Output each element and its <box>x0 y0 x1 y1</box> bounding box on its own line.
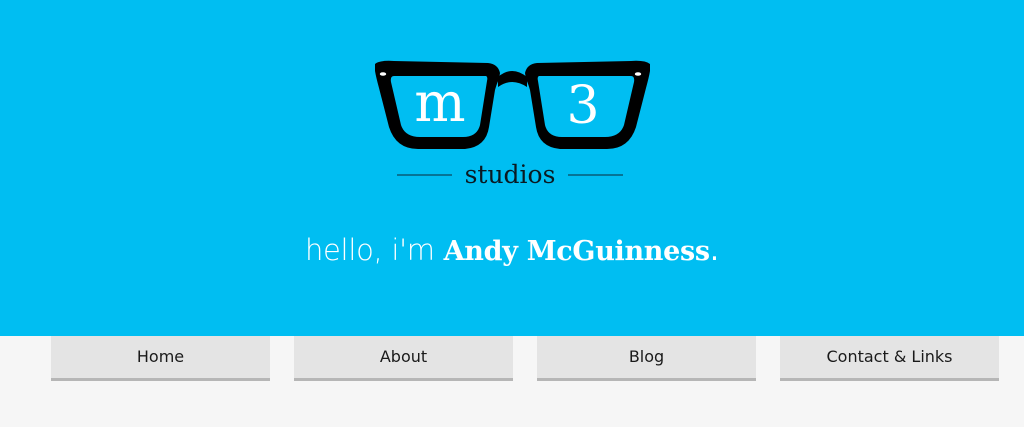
greeting-name: Andy McGuinness <box>443 236 710 267</box>
glasses-logo-icon: m 3 studios <box>375 60 650 189</box>
logo-wordmark: studios <box>465 160 556 189</box>
greeting-headline: hello, i'm Andy McGuinness. <box>0 228 1024 274</box>
logo-lens-3: 3 <box>566 76 599 136</box>
main-nav: Home About Blog Contact & Links <box>0 336 1024 381</box>
nav-about-button[interactable]: About <box>294 336 513 381</box>
hero-banner: m 3 studios hello, i'm Andy McGuinness. <box>0 0 1024 336</box>
logo-lens-m: m <box>414 71 465 134</box>
greeting-prefix: hello, i'm <box>304 233 444 267</box>
nav-blog-button[interactable]: Blog <box>537 336 756 381</box>
nav-contact-links-button[interactable]: Contact & Links <box>780 336 999 381</box>
m3-studios-logo[interactable]: m 3 studios <box>370 55 655 195</box>
greeting-suffix: . <box>709 233 720 267</box>
nav-home-button[interactable]: Home <box>51 336 270 381</box>
